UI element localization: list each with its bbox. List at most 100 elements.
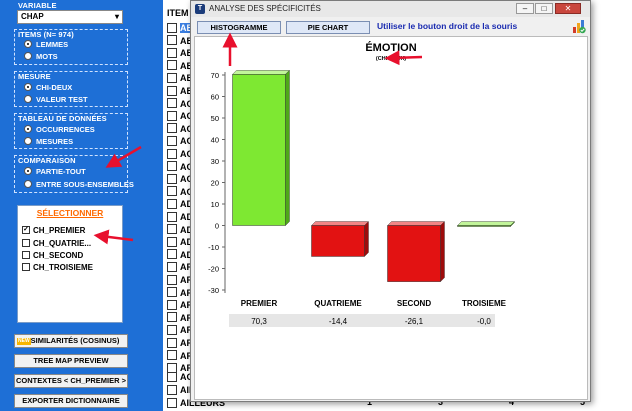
category-label: PREMIER bbox=[241, 299, 278, 308]
list-item-ch-second[interactable]: CH_SECOND bbox=[22, 250, 83, 261]
radio-lemmes[interactable]: LEMMES bbox=[24, 39, 68, 50]
variable-title: VARIABLE bbox=[18, 1, 57, 10]
histogram-chart: ÉMOTION (CHI-DEUX) 70 60 50 40 30 20 10 0 -10 -20… bbox=[208, 41, 515, 327]
radio-entre-sous-ensembles[interactable]: ENTRE SOUS-ENSEMBLES bbox=[24, 179, 134, 190]
checkbox-icon bbox=[167, 211, 177, 222]
data-label: 70,3 bbox=[251, 317, 267, 326]
checkbox-icon bbox=[167, 236, 177, 247]
radio-mesures[interactable]: MESURES bbox=[24, 136, 73, 147]
bar bbox=[387, 225, 441, 282]
table-row[interactable]: AF bbox=[167, 337, 192, 349]
minimize-icon: – bbox=[522, 4, 528, 13]
checkbox-icon bbox=[167, 22, 177, 33]
checkbox-icon bbox=[167, 199, 177, 210]
tableau-title: TABLEAU DE DONNÉES bbox=[18, 114, 107, 123]
checkbox-icon bbox=[167, 123, 177, 134]
variable-select[interactable]: CHAP ▾ bbox=[17, 10, 123, 24]
checkbox-icon bbox=[167, 85, 177, 96]
close-button[interactable]: ✕ bbox=[555, 3, 581, 14]
bar-top-face bbox=[311, 221, 369, 226]
dialog-title: ANALYSE DES SPÉCIFICITÉS bbox=[209, 4, 321, 13]
y-tick-label: 40 bbox=[211, 136, 219, 145]
bar bbox=[311, 225, 365, 257]
variable-selected: CHAP bbox=[21, 12, 44, 21]
tab-histogramme[interactable]: HISTOGRAMME bbox=[197, 21, 281, 34]
checkbox-icon bbox=[167, 299, 177, 310]
specificities-dialog: T ANALYSE DES SPÉCIFICITÉS – □ ✕ HISTOGR… bbox=[190, 0, 591, 402]
y-tick-label: 30 bbox=[211, 157, 219, 166]
tab-pie-chart[interactable]: PIE CHART bbox=[286, 21, 370, 34]
hint-text: Utiliser le bouton droit de la souris bbox=[377, 21, 518, 31]
radio-icon bbox=[24, 137, 32, 146]
checkbox-icon bbox=[22, 238, 30, 247]
radio-chi-deux[interactable]: CHI-DEUX bbox=[24, 82, 72, 93]
radio-occurrences[interactable]: OCCURRENCES bbox=[24, 124, 95, 135]
y-tick-label: -10 bbox=[208, 243, 219, 252]
radio-icon bbox=[24, 83, 32, 92]
y-tick-label: 10 bbox=[211, 200, 219, 209]
radio-mots[interactable]: MOTS bbox=[24, 51, 58, 62]
data-label: -14,4 bbox=[329, 317, 348, 326]
list-item-ch-quatrieme[interactable]: CH_QUATRIE... bbox=[22, 238, 91, 249]
minimize-button[interactable]: – bbox=[516, 3, 534, 14]
table-row[interactable]: AF bbox=[167, 299, 192, 311]
chart-subtitle: (CHI-DEUX) bbox=[376, 56, 406, 62]
checkbox-icon bbox=[167, 287, 177, 298]
radio-valeur-test[interactable]: VALEUR TEST bbox=[24, 94, 88, 105]
checkbox-icon bbox=[167, 161, 177, 172]
table-header: ITEM bbox=[167, 8, 189, 18]
table-row[interactable]: AF bbox=[167, 312, 192, 324]
checkbox-icon bbox=[167, 350, 177, 361]
y-tick-label: 50 bbox=[211, 114, 219, 123]
checkbox-icon bbox=[22, 262, 30, 271]
table-row[interactable]: AF bbox=[167, 261, 192, 273]
checkbox-icon bbox=[167, 274, 177, 285]
radio-icon bbox=[24, 40, 32, 49]
checkbox-checked-icon: ✓ bbox=[22, 225, 30, 234]
chevron-down-icon: ▾ bbox=[114, 12, 119, 21]
y-tick-label: 60 bbox=[211, 93, 219, 102]
dialog-titlebar[interactable]: T ANALYSE DES SPÉCIFICITÉS – □ ✕ bbox=[191, 1, 590, 17]
category-label: TROISIEME bbox=[462, 299, 507, 308]
checkbox-icon bbox=[22, 250, 30, 259]
radio-icon bbox=[24, 167, 32, 176]
checkbox-icon bbox=[167, 35, 177, 46]
checkbox-icon bbox=[167, 186, 177, 197]
radio-partie-tout[interactable]: PARTIE-TOUT bbox=[24, 166, 86, 177]
table-row[interactable]: AF bbox=[167, 350, 192, 362]
y-tick-label: -20 bbox=[208, 265, 219, 274]
treemap-button[interactable]: TREE MAP PREVIEW bbox=[14, 354, 128, 368]
chart-settings-icon[interactable] bbox=[572, 19, 586, 34]
checkbox-icon bbox=[167, 110, 177, 121]
radio-icon bbox=[24, 180, 32, 189]
radio-icon bbox=[24, 52, 32, 61]
checkbox-icon bbox=[167, 337, 177, 348]
items-title: ITEMS (N= 974) bbox=[18, 30, 74, 39]
y-tick-label: -30 bbox=[208, 286, 219, 295]
checkbox-icon bbox=[167, 60, 177, 71]
checkbox-icon bbox=[167, 262, 177, 273]
new-badge: NEW bbox=[17, 337, 31, 345]
value-strip bbox=[229, 314, 495, 327]
table-row[interactable]: AF bbox=[167, 274, 192, 286]
close-icon: ✕ bbox=[564, 4, 572, 13]
checkbox-icon bbox=[167, 312, 177, 323]
category-label: SECOND bbox=[397, 299, 431, 308]
similarites-button[interactable]: NEWSIMILARITÉS (COSINUS) bbox=[14, 334, 128, 348]
checkbox-icon bbox=[167, 136, 177, 147]
contextes-button[interactable]: CONTEXTES < CH_PREMIER > bbox=[14, 374, 128, 388]
plot-area[interactable]: ÉMOTION (CHI-DEUX) 70 60 50 40 30 20 10 0 -10 -20… bbox=[194, 36, 588, 400]
table-row[interactable]: AF bbox=[167, 287, 192, 299]
maximize-button[interactable]: □ bbox=[535, 3, 553, 14]
bar bbox=[457, 225, 511, 227]
mesure-title: MESURE bbox=[18, 72, 51, 81]
list-item-ch-troisieme[interactable]: CH_TROISIEME bbox=[22, 262, 93, 273]
table-row[interactable]: AF bbox=[167, 324, 192, 336]
data-label: -26,1 bbox=[405, 317, 424, 326]
maximize-icon: □ bbox=[541, 4, 547, 13]
checkbox-icon bbox=[167, 73, 177, 84]
selection-list: SÉLECTIONNER ✓ CH_PREMIER CH_QUATRIE... C… bbox=[17, 205, 123, 323]
checkbox-icon bbox=[167, 173, 177, 184]
list-item-ch-premier[interactable]: ✓ CH_PREMIER bbox=[22, 225, 85, 236]
exporter-button[interactable]: EXPORTER DICTIONNAIRE bbox=[14, 394, 128, 408]
